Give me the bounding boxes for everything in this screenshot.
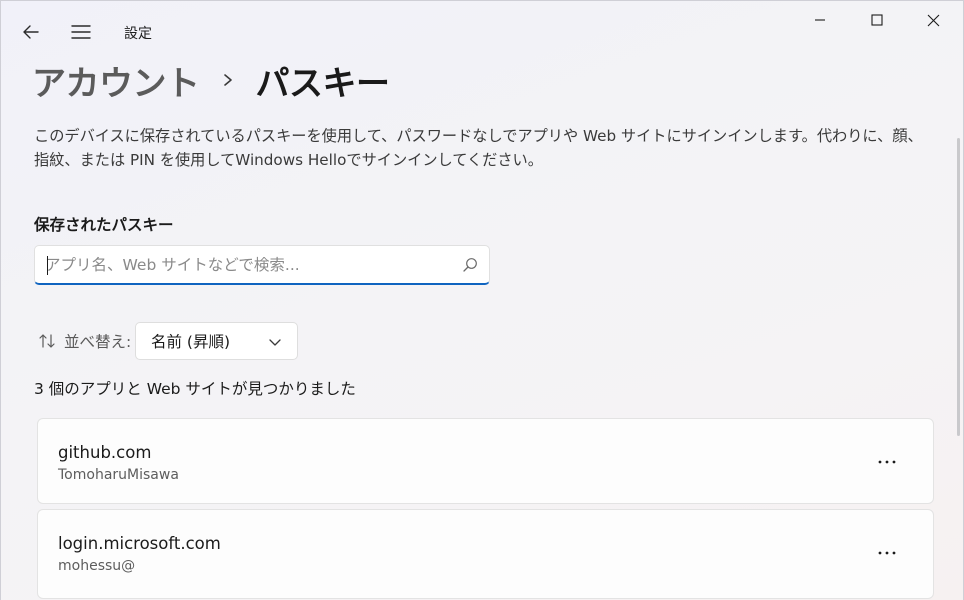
passkey-site: login.microsoft.com bbox=[58, 534, 221, 553]
search-icon[interactable] bbox=[462, 257, 478, 273]
close-icon bbox=[927, 14, 939, 26]
back-button[interactable] bbox=[16, 18, 46, 46]
passkey-item[interactable]: github.com TomoharuMisawa bbox=[37, 418, 934, 504]
text-caret bbox=[47, 256, 48, 275]
hamburger-menu-icon bbox=[71, 25, 91, 39]
sort-dropdown[interactable]: 名前 (昇順) bbox=[135, 322, 298, 360]
more-options-icon bbox=[878, 551, 896, 555]
page-title: パスキー bbox=[255, 64, 391, 103]
maximize-button[interactable] bbox=[854, 6, 900, 34]
sort-arrows-icon bbox=[38, 332, 56, 350]
passkey-item[interactable]: login.microsoft.com mohessu@ bbox=[37, 509, 934, 599]
minimize-button[interactable] bbox=[797, 6, 843, 34]
more-options-icon bbox=[878, 460, 896, 464]
sort-label: 並べ替え: bbox=[64, 333, 132, 351]
search-box[interactable] bbox=[34, 245, 490, 285]
breadcrumb: アカウント パスキー bbox=[32, 56, 390, 104]
app-title: 設定 bbox=[124, 26, 152, 42]
scrollbar-thumb[interactable] bbox=[957, 138, 960, 436]
maximize-icon bbox=[871, 14, 883, 26]
sort-selected-value: 名前 (昇順) bbox=[151, 333, 231, 351]
close-window-button[interactable] bbox=[910, 6, 956, 34]
navigation-menu-button[interactable] bbox=[66, 18, 96, 46]
chevron-right-icon bbox=[223, 74, 232, 86]
saved-passkeys-heading: 保存されたパスキー bbox=[34, 216, 174, 234]
passkey-user: mohessu@ bbox=[58, 558, 136, 574]
search-input[interactable] bbox=[45, 246, 455, 283]
result-count: 3 個のアプリと Web サイトが見つかりました bbox=[34, 380, 356, 398]
more-options-button[interactable] bbox=[868, 538, 906, 568]
back-arrow-icon bbox=[23, 25, 39, 39]
passkey-site: github.com bbox=[58, 443, 152, 462]
more-options-button[interactable] bbox=[868, 447, 906, 477]
title-bar: 設定 bbox=[0, 0, 964, 48]
breadcrumb-separator bbox=[200, 73, 256, 87]
chevron-down-icon bbox=[269, 339, 281, 346]
breadcrumb-parent[interactable]: アカウント bbox=[32, 56, 200, 105]
sort-row: 並べ替え: 名前 (昇順) bbox=[38, 322, 298, 360]
passkey-user: TomoharuMisawa bbox=[58, 467, 179, 483]
page-description: このデバイスに保存されているパスキーを使用して、パスワードなしでアプリや Web… bbox=[34, 127, 923, 169]
minimize-icon bbox=[815, 19, 825, 21]
